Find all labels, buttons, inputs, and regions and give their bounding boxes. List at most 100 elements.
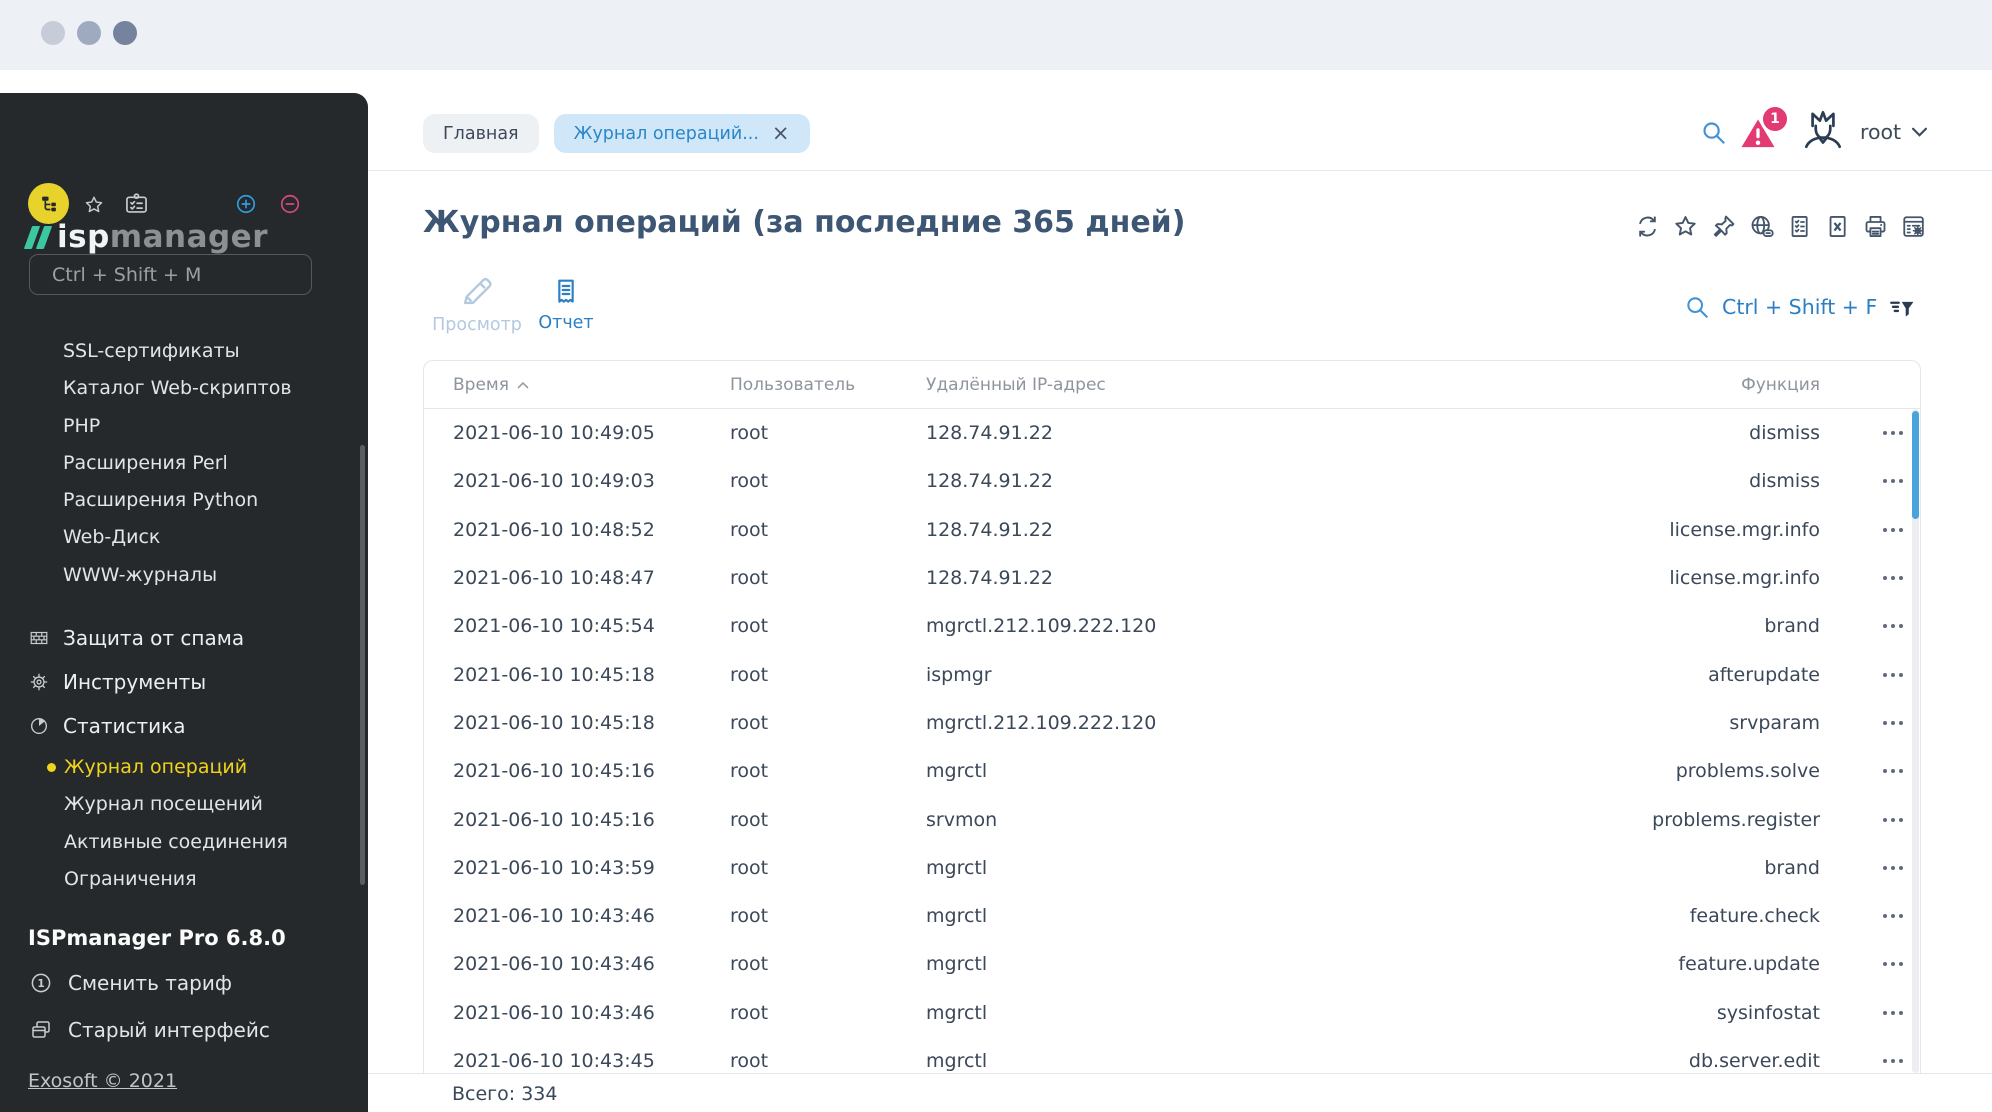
row-menu-icon[interactable] <box>1883 425 1903 441</box>
sidebar-subitem[interactable]: Журнал операций <box>0 749 368 786</box>
sidebar-subitem[interactable]: Ограничения <box>0 861 368 898</box>
logo-text-isp: isp <box>57 219 110 255</box>
table-row[interactable]: 2021-06-10 10:43:45 root mgrctl db.server.e… <box>424 1037 1920 1073</box>
row-menu-icon[interactable] <box>1883 860 1903 876</box>
table-row[interactable]: 2021-06-10 10:49:03 root 128.74.91.22 dismi… <box>424 457 1920 505</box>
sidebar-item[interactable]: PHP <box>0 408 368 445</box>
sidebar-item[interactable]: Каталог Web-скриптов <box>0 370 368 407</box>
pie-chart-icon <box>28 715 50 737</box>
window-dot-3 <box>113 21 137 45</box>
svg-text:1: 1 <box>37 978 44 990</box>
cell-time: 2021-06-10 10:43:46 <box>453 953 655 976</box>
change-plan-link[interactable]: 1 Сменить тариф <box>0 961 232 1005</box>
table-row[interactable]: 2021-06-10 10:48:52 root 128.74.91.22 licen… <box>424 506 1920 554</box>
table-row[interactable]: 2021-06-10 10:45:54 root mgrctl.212.109.22… <box>424 602 1920 650</box>
cell-time: 2021-06-10 10:49:05 <box>453 422 655 445</box>
table-scrollbar-track[interactable] <box>1912 409 1919 1073</box>
column-header-ip[interactable]: Удалённый IP-адрес <box>926 375 1460 395</box>
footer-divider <box>368 1073 1992 1074</box>
tree-view-button[interactable] <box>28 183 69 224</box>
row-menu-icon[interactable] <box>1883 763 1903 779</box>
zoom-in-button[interactable] <box>235 193 257 215</box>
cell-time: 2021-06-10 10:45:18 <box>453 711 655 734</box>
view-button-label: Просмотр <box>432 315 522 335</box>
old-interface-link[interactable]: Старый интерфейс <box>0 1008 270 1052</box>
window-dot-1 <box>41 21 65 45</box>
table-row[interactable]: 2021-06-10 10:45:16 root mgrctl problems.so… <box>424 747 1920 795</box>
table-row[interactable]: 2021-06-10 10:48:47 root 128.74.91.22 licen… <box>424 554 1920 602</box>
cell-ip: mgrctl.212.109.222.120 <box>926 711 1157 734</box>
favorites-button[interactable] <box>83 194 105 216</box>
table-row[interactable]: 2021-06-10 10:43:59 root mgrctl brand <box>424 844 1920 892</box>
user-avatar[interactable] <box>1798 103 1848 155</box>
breadcrumb: Главная Журнал операций... × <box>423 114 810 153</box>
cell-ip: 128.74.91.22 <box>926 567 1053 590</box>
table-scrollbar-thumb[interactable] <box>1912 411 1919 519</box>
filter-button[interactable] <box>1888 296 1916 324</box>
refresh-icon[interactable] <box>1634 213 1661 240</box>
close-icon[interactable]: × <box>772 123 790 144</box>
table-row[interactable]: 2021-06-10 10:43:46 root mgrctl feature.upd… <box>424 940 1920 988</box>
sidebar-item[interactable]: Расширения Perl <box>0 445 368 482</box>
view-button[interactable]: Просмотр <box>432 272 522 335</box>
cell-user: root <box>730 470 769 493</box>
sidebar-item[interactable]: Расширения Python <box>0 482 368 519</box>
table-row[interactable]: 2021-06-10 10:43:46 root mgrctl sysinfostat <box>424 989 1920 1037</box>
sidebar-section-item[interactable]: Защита от спама <box>0 616 368 660</box>
cell-ip: srvmon <box>926 808 998 831</box>
row-menu-icon[interactable] <box>1883 956 1903 972</box>
sidebar-subitem[interactable]: Активные соединения <box>0 824 368 861</box>
breadcrumb-home-chip[interactable]: Главная <box>423 114 539 153</box>
table-row[interactable]: 2021-06-10 10:45:18 root mgrctl.212.109.22… <box>424 699 1920 747</box>
table-row[interactable]: 2021-06-10 10:45:16 root srvmon problems.re… <box>424 795 1920 843</box>
cell-user: root <box>730 663 769 686</box>
sidebar-scrollbar[interactable] <box>360 445 365 885</box>
breadcrumb-current-chip[interactable]: Журнал операций... × <box>553 114 810 153</box>
copyright-link[interactable]: Exosoft © 2021 <box>28 1070 177 1092</box>
globe-link-icon[interactable] <box>1748 213 1775 240</box>
cell-ip: mgrctl <box>926 1001 988 1024</box>
report-button[interactable]: Отчет <box>526 276 606 333</box>
row-menu-icon[interactable] <box>1883 618 1903 634</box>
sidebar-item[interactable]: SSL-сертификаты <box>0 333 368 370</box>
table-row[interactable]: 2021-06-10 10:45:18 root ispmgr afterupdate <box>424 650 1920 698</box>
notification-count-badge[interactable]: 1 <box>1760 104 1790 134</box>
row-menu-icon[interactable] <box>1883 1053 1903 1069</box>
global-search-button[interactable] <box>1700 119 1727 146</box>
excel-export-icon[interactable] <box>1824 213 1851 240</box>
table-search[interactable]: Ctrl + Shift + F <box>1684 294 1877 320</box>
logo-slashes-icon <box>23 225 53 249</box>
report-list-icon[interactable] <box>1786 213 1813 240</box>
column-header-function[interactable]: Функция <box>1460 375 1820 395</box>
cell-function: afterupdate <box>1708 663 1820 686</box>
tasks-button[interactable] <box>123 190 150 217</box>
favorite-star-icon[interactable] <box>1672 213 1699 240</box>
table-row[interactable]: 2021-06-10 10:49:05 root 128.74.91.22 dismi… <box>424 409 1920 457</box>
row-menu-icon[interactable] <box>1883 473 1903 489</box>
window-dot-2 <box>77 21 101 45</box>
row-menu-icon[interactable] <box>1883 522 1903 538</box>
sidebar-section-item[interactable]: Инструменты <box>0 660 368 704</box>
pin-icon[interactable] <box>1710 213 1737 240</box>
column-header-time[interactable]: Время <box>453 375 730 395</box>
row-menu-icon[interactable] <box>1883 667 1903 683</box>
row-menu-icon[interactable] <box>1883 1005 1903 1021</box>
zoom-out-button[interactable] <box>279 193 301 215</box>
sidebar-search-input[interactable] <box>29 254 312 295</box>
cell-ip: mgrctl.212.109.222.120 <box>926 615 1157 638</box>
row-menu-icon[interactable] <box>1883 812 1903 828</box>
table-settings-icon[interactable] <box>1900 213 1927 240</box>
sidebar-item[interactable]: Web-Диск <box>0 519 368 556</box>
sidebar-section-item[interactable]: Статистика <box>0 704 368 748</box>
table-row[interactable]: 2021-06-10 10:43:46 root mgrctl feature.che… <box>424 892 1920 940</box>
row-menu-icon[interactable] <box>1883 715 1903 731</box>
row-menu-icon[interactable] <box>1883 908 1903 924</box>
print-icon[interactable] <box>1862 213 1889 240</box>
sidebar-subitem[interactable]: Журнал посещений <box>0 786 368 823</box>
sidebar-item[interactable]: WWW-журналы <box>0 557 368 594</box>
cell-time: 2021-06-10 10:48:47 <box>453 567 655 590</box>
user-menu[interactable]: root <box>1860 120 1928 144</box>
row-menu-icon[interactable] <box>1883 570 1903 586</box>
cell-function: feature.check <box>1689 905 1820 928</box>
column-header-user[interactable]: Пользователь <box>730 375 926 395</box>
